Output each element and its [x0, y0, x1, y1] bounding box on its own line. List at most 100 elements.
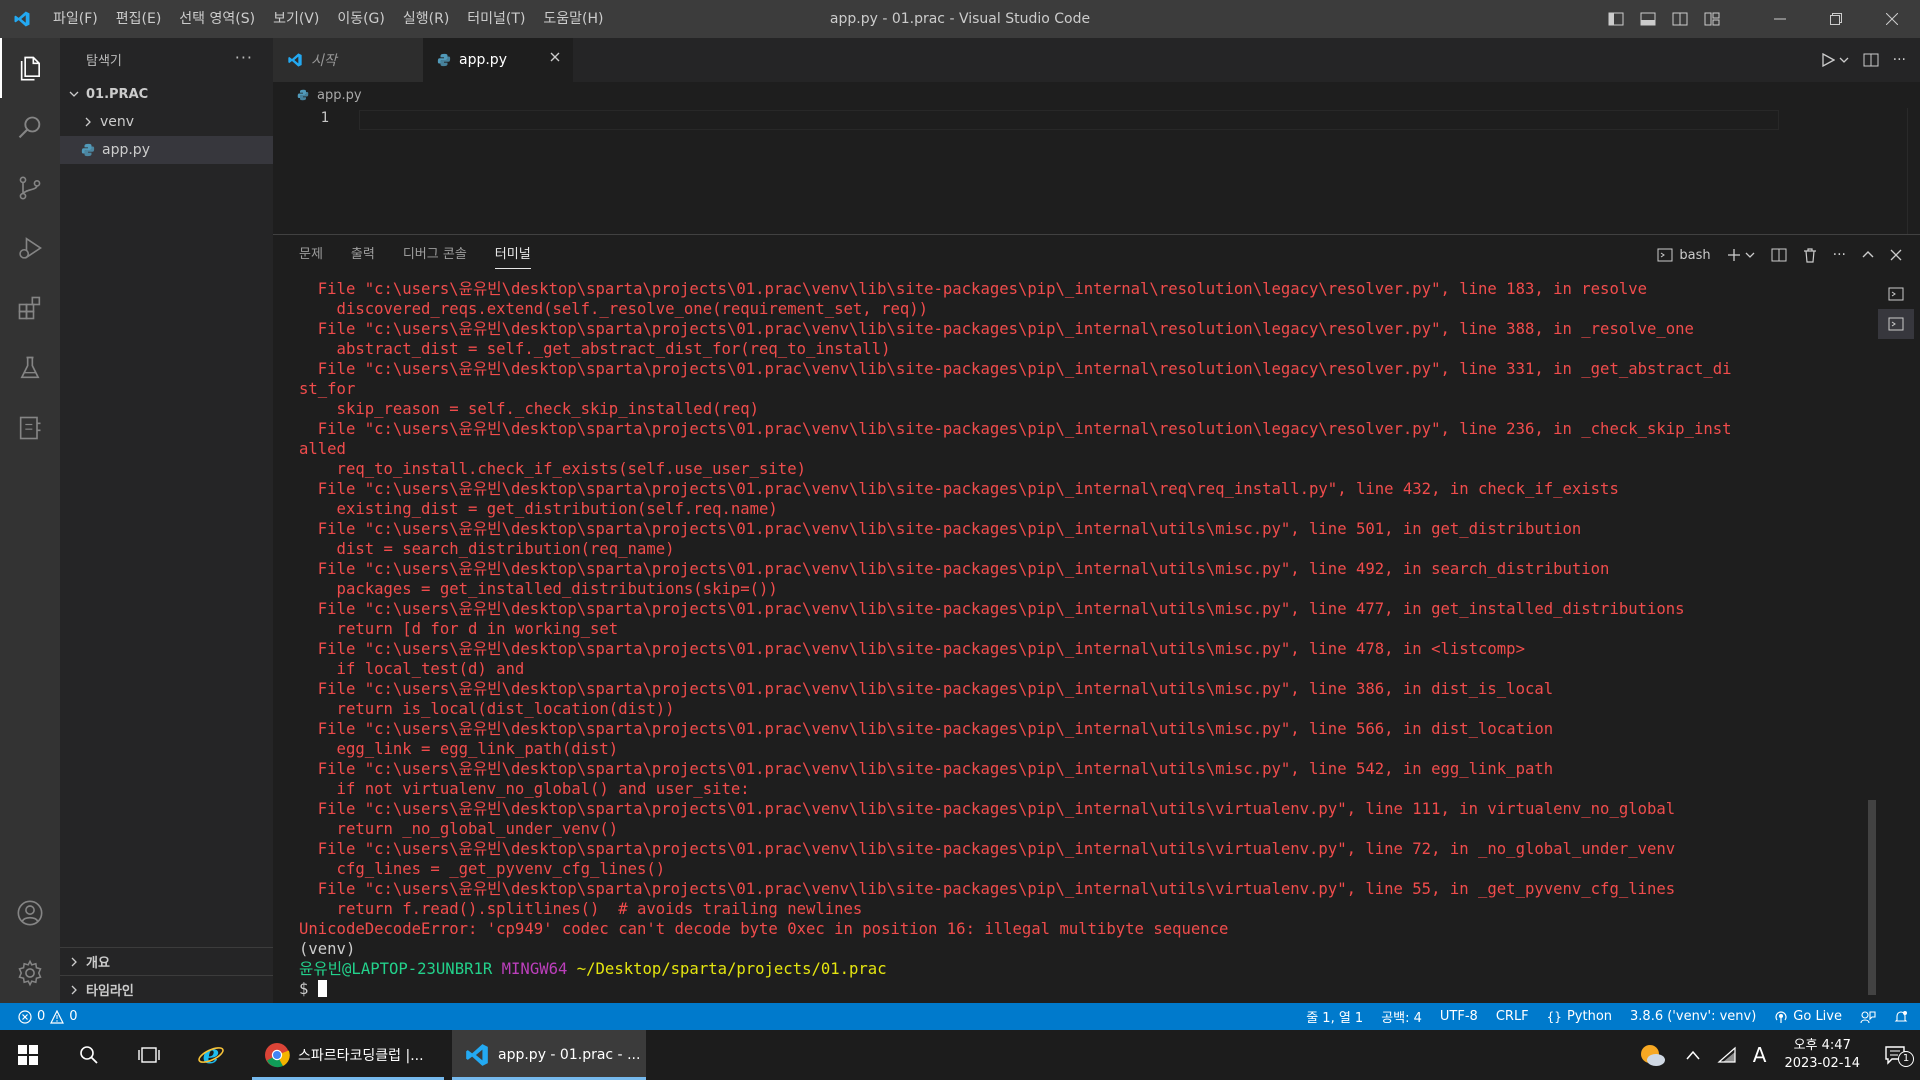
chevron-down-icon[interactable]: [1745, 250, 1755, 260]
menu-file[interactable]: 파일(F): [44, 0, 107, 38]
clock[interactable]: 오후 4:47 2023-02-14: [1774, 1037, 1870, 1073]
tab-app-py[interactable]: app.py: [423, 38, 573, 82]
chrome-icon: [264, 1042, 290, 1068]
menu-selection[interactable]: 선택 영역(S): [170, 0, 264, 38]
terminal-text: st_for: [299, 380, 356, 398]
python-interpreter[interactable]: 3.8.6 ('venv': venv): [1630, 1009, 1756, 1024]
testing-icon[interactable]: [0, 338, 60, 398]
settings-gear-icon[interactable]: [0, 943, 60, 1003]
shell-label: bash: [1679, 247, 1711, 263]
internet-explorer-icon[interactable]: e: [186, 1030, 236, 1080]
terminal-text: if not virtualenv_no_global() and user_s…: [299, 780, 750, 798]
terminal-shell-selector[interactable]: bash: [1657, 247, 1711, 263]
taskbar-app-label: app.py - 01.prac - ...: [498, 1047, 641, 1063]
close-icon[interactable]: [1864, 0, 1920, 38]
workspace-folder-root[interactable]: 01.PRAC: [60, 80, 273, 108]
tree-item-label: venv: [100, 114, 135, 130]
terminal-text: packages = get_installed_distributions(s…: [299, 580, 778, 598]
clock-date: 2023-02-14: [1784, 1056, 1860, 1071]
tab-welcome[interactable]: 시작: [273, 38, 423, 82]
task-view-icon[interactable]: [124, 1030, 174, 1080]
split-terminal-icon[interactable]: [1771, 247, 1787, 263]
cursor-position[interactable]: 줄 1, 열 1: [1306, 1007, 1363, 1026]
code-editor[interactable]: 1: [273, 108, 1920, 234]
toggle-secondary-sidebar-icon[interactable]: [1670, 9, 1690, 29]
taskbar-search-icon[interactable]: [64, 1030, 114, 1080]
notifications-bell-icon[interactable]: [1894, 1010, 1908, 1024]
language-label: Python: [1566, 1009, 1613, 1024]
chevron-down-icon[interactable]: [1839, 55, 1849, 65]
customize-layout-icon[interactable]: [1702, 9, 1722, 29]
vscode-logo-icon: [0, 0, 44, 38]
terminal-instance-1[interactable]: [1878, 279, 1914, 309]
search-icon[interactable]: [0, 98, 60, 158]
end-of-line[interactable]: CRLF: [1496, 1009, 1529, 1024]
chevron-up-icon[interactable]: [1677, 1049, 1709, 1061]
run-python-file-icon[interactable]: [1821, 53, 1835, 67]
source-control-icon[interactable]: [0, 158, 60, 218]
wifi-icon[interactable]: [1709, 1046, 1745, 1064]
close-tab-icon[interactable]: [549, 51, 561, 63]
split-editor-icon[interactable]: [1863, 52, 1879, 68]
more-actions-icon[interactable]: ···: [1893, 52, 1906, 68]
explorer-icon[interactable]: [0, 38, 60, 98]
maximize-panel-chevron-up-icon[interactable]: [1862, 249, 1874, 261]
minimize-icon[interactable]: [1752, 0, 1808, 38]
tab-problems[interactable]: 문제: [299, 235, 337, 275]
warning-icon: [50, 1009, 65, 1024]
timeline-section[interactable]: 타임라인: [60, 975, 273, 1003]
tree-item-venv[interactable]: venv: [60, 108, 273, 136]
outline-section[interactable]: 개요: [60, 947, 273, 975]
problems-status[interactable]: 0 0: [18, 1003, 78, 1030]
terminal-instance-2[interactable]: [1878, 309, 1914, 339]
toggle-panel-icon[interactable]: [1638, 9, 1658, 29]
terminal-line: st_for: [299, 379, 1859, 399]
extensions-icon[interactable]: [0, 278, 60, 338]
trash-icon[interactable]: [1803, 247, 1817, 263]
windows-start-icon[interactable]: [0, 1030, 56, 1080]
workspace-folder-label: 01.PRAC: [86, 86, 149, 102]
menu-go[interactable]: 이동(G): [328, 0, 394, 38]
new-terminal-plus-icon[interactable]: [1727, 248, 1741, 262]
weather-icon[interactable]: [1627, 1040, 1677, 1070]
language-mode[interactable]: {} Python: [1547, 1009, 1612, 1024]
chevron-down-icon: [66, 86, 82, 102]
breadcrumb-file[interactable]: app.py: [317, 88, 362, 103]
tree-item-app-py[interactable]: app.py: [60, 136, 273, 164]
menu-terminal[interactable]: 터미널(T): [458, 0, 534, 38]
more-actions-icon[interactable]: ···: [1833, 247, 1846, 263]
taskbar-app-vscode[interactable]: app.py - 01.prac - ...: [452, 1030, 646, 1080]
terminal-text: File "c:\users\윤유빈\desktop\sparta\projec…: [299, 760, 1554, 778]
terminal-output[interactable]: File "c:\users\윤유빈\desktop\sparta\projec…: [299, 279, 1859, 997]
close-panel-icon[interactable]: [1890, 249, 1902, 261]
ime-indicator[interactable]: A: [1745, 1043, 1775, 1067]
notification-center-icon[interactable]: 1: [1870, 1045, 1920, 1067]
tab-terminal[interactable]: 터미널: [494, 235, 545, 275]
tab-output[interactable]: 출력: [351, 235, 389, 275]
run-and-debug-icon[interactable]: [0, 218, 60, 278]
go-live-button[interactable]: Go Live: [1774, 1009, 1842, 1024]
panel-tabs: 문제 출력 디버그 콘솔 터미널: [273, 235, 559, 275]
tab-debug-console[interactable]: 디버그 콘솔: [403, 235, 481, 275]
current-line-highlight: [359, 110, 1779, 130]
indentation[interactable]: 공백: 4: [1381, 1007, 1422, 1026]
menu-help[interactable]: 도움말(H): [534, 0, 612, 38]
terminal-line: cfg_lines = _get_pyvenv_cfg_lines(): [299, 859, 1859, 879]
line-number: 1: [320, 110, 329, 126]
menu-view[interactable]: 보기(V): [264, 0, 328, 38]
restore-icon[interactable]: [1808, 0, 1864, 38]
remote-explorer-icon[interactable]: [0, 398, 60, 458]
taskbar-app-chrome[interactable]: 스파르타코딩클럽 |...: [252, 1030, 444, 1080]
feedback-icon[interactable]: [1860, 1010, 1876, 1024]
file-encoding[interactable]: UTF-8: [1440, 1009, 1478, 1024]
explorer-more-actions-icon[interactable]: ···: [235, 48, 253, 67]
terminal-line: packages = get_installed_distributions(s…: [299, 579, 1859, 599]
terminal-line: File "c:\users\윤유빈\desktop\sparta\projec…: [299, 879, 1859, 899]
terminal-text: return is_local(dist_location(dist)): [299, 700, 675, 718]
toggle-primary-sidebar-icon[interactable]: [1606, 9, 1626, 29]
terminal-scrollbar[interactable]: [1868, 800, 1876, 995]
menu-edit[interactable]: 편집(E): [107, 0, 171, 38]
menu-run[interactable]: 실행(R): [394, 0, 458, 38]
accounts-icon[interactable]: [0, 883, 60, 943]
terminal-text: File "c:\users\윤유빈\desktop\sparta\projec…: [299, 840, 1676, 858]
